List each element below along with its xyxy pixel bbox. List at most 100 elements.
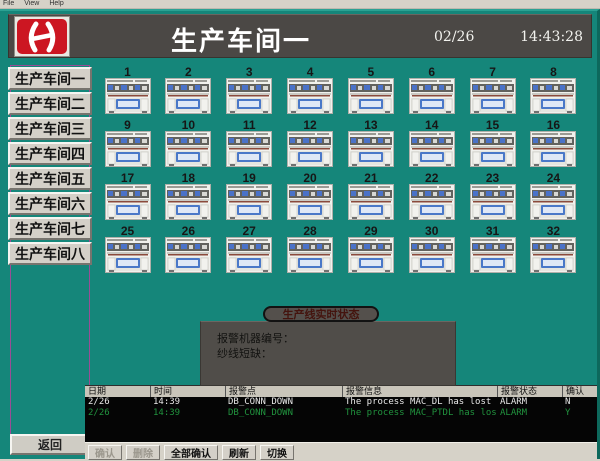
machine-25[interactable]: 25 bbox=[104, 225, 151, 273]
knitting-machine-icon[interactable] bbox=[105, 131, 151, 167]
knitting-machine-icon[interactable] bbox=[105, 237, 151, 273]
machine-1[interactable]: 1 bbox=[104, 66, 151, 114]
knitting-machine-icon[interactable] bbox=[226, 237, 272, 273]
status-line: 报警机器编号： bbox=[217, 332, 455, 347]
machine-27[interactable]: 27 bbox=[226, 225, 273, 273]
sidebar-item-workshop-7[interactable]: 生产车间七 bbox=[8, 217, 92, 240]
machine-26[interactable]: 26 bbox=[165, 225, 212, 273]
knitting-machine-icon[interactable] bbox=[409, 237, 455, 273]
alarm-message: The process MAC_DL has lost its d... bbox=[342, 397, 497, 408]
machine-32[interactable]: 32 bbox=[530, 225, 577, 273]
machine-10[interactable]: 10 bbox=[165, 119, 212, 167]
machine-31[interactable]: 31 bbox=[469, 225, 516, 273]
machine-24[interactable]: 24 bbox=[530, 172, 577, 220]
knitting-machine-icon[interactable] bbox=[348, 237, 394, 273]
knitting-machine-icon[interactable] bbox=[348, 131, 394, 167]
footer-button-4[interactable]: 刷新 bbox=[222, 445, 256, 460]
knitting-machine-icon[interactable] bbox=[409, 131, 455, 167]
status-line: 纱线短缺： bbox=[217, 347, 455, 362]
machine-row: 9 10 11 12 13 14 15 16 bbox=[98, 119, 583, 167]
sidebar-item-workshop-6[interactable]: 生产车间六 bbox=[8, 192, 92, 215]
machine-14[interactable]: 14 bbox=[408, 119, 455, 167]
machine-9[interactable]: 9 bbox=[104, 119, 151, 167]
knitting-machine-icon[interactable] bbox=[105, 184, 151, 220]
footer-button-5[interactable]: 切换 bbox=[260, 445, 294, 460]
menu-item-view[interactable]: View bbox=[24, 0, 39, 8]
machine-22[interactable]: 22 bbox=[408, 172, 455, 220]
knitting-machine-icon[interactable] bbox=[165, 237, 211, 273]
machine-13[interactable]: 13 bbox=[347, 119, 394, 167]
machine-number: 24 bbox=[530, 172, 577, 184]
knitting-machine-icon[interactable] bbox=[530, 237, 576, 273]
knitting-machine-icon[interactable] bbox=[165, 78, 211, 114]
sidebar-item-workshop-5[interactable]: 生产车间五 bbox=[8, 167, 92, 190]
knitting-machine-icon[interactable] bbox=[226, 131, 272, 167]
knitting-machine-icon[interactable] bbox=[226, 184, 272, 220]
menu-item-file[interactable]: File bbox=[3, 0, 14, 8]
menu-item-help[interactable]: Help bbox=[49, 0, 63, 8]
knitting-machine-icon[interactable] bbox=[348, 184, 394, 220]
knitting-machine-icon[interactable] bbox=[348, 78, 394, 114]
machine-number: 11 bbox=[226, 119, 273, 131]
knitting-machine-icon[interactable] bbox=[287, 131, 333, 167]
column-header-5: 确认 bbox=[562, 386, 597, 397]
knitting-machine-icon[interactable] bbox=[530, 131, 576, 167]
machine-28[interactable]: 28 bbox=[287, 225, 334, 273]
knitting-machine-icon[interactable] bbox=[409, 78, 455, 114]
machine-number: 28 bbox=[287, 225, 334, 237]
knitting-machine-icon[interactable] bbox=[470, 78, 516, 114]
machine-23[interactable]: 23 bbox=[469, 172, 516, 220]
knitting-machine-icon[interactable] bbox=[470, 184, 516, 220]
footer-toolbar: 确认删除全部确认刷新切换 bbox=[85, 442, 597, 461]
menu-bar: File View Help bbox=[0, 0, 600, 9]
machine-18[interactable]: 18 bbox=[165, 172, 212, 220]
machine-16[interactable]: 16 bbox=[530, 119, 577, 167]
machine-12[interactable]: 12 bbox=[287, 119, 334, 167]
app-window: 生产车间一 02/26 14:43:28 生产车间一生产车间二生产车间三生产车间… bbox=[0, 9, 600, 459]
knitting-machine-icon[interactable] bbox=[530, 184, 576, 220]
machine-number: 13 bbox=[347, 119, 394, 131]
knitting-machine-icon[interactable] bbox=[287, 78, 333, 114]
knitting-machine-icon[interactable] bbox=[409, 184, 455, 220]
sidebar-item-workshop-8[interactable]: 生产车间八 bbox=[8, 242, 92, 265]
status-panel-title: 生产线实时状态 bbox=[263, 306, 379, 322]
knitting-machine-icon[interactable] bbox=[165, 184, 211, 220]
footer-button-1[interactable]: 确认 bbox=[88, 445, 122, 460]
machine-21[interactable]: 21 bbox=[347, 172, 394, 220]
footer-button-2[interactable]: 删除 bbox=[126, 445, 160, 460]
knitting-machine-icon[interactable] bbox=[530, 78, 576, 114]
knitting-machine-icon[interactable] bbox=[470, 237, 516, 273]
machine-2[interactable]: 2 bbox=[165, 66, 212, 114]
machine-17[interactable]: 17 bbox=[104, 172, 151, 220]
machine-19[interactable]: 19 bbox=[226, 172, 273, 220]
footer-button-3[interactable]: 全部确认 bbox=[164, 445, 218, 460]
knitting-machine-icon[interactable] bbox=[226, 78, 272, 114]
return-button[interactable]: 返回 bbox=[10, 434, 90, 455]
machine-7[interactable]: 7 bbox=[469, 66, 516, 114]
machine-row: 12345678 bbox=[98, 66, 583, 114]
knitting-machine-icon[interactable] bbox=[287, 184, 333, 220]
machine-6[interactable]: 6 bbox=[408, 66, 455, 114]
machine-3[interactable]: 3 bbox=[226, 66, 273, 114]
alarm-row[interactable]: 2/2614:39DB_CONN_DOWNThe process MAC_DL … bbox=[85, 397, 597, 408]
sidebar-item-workshop-3[interactable]: 生产车间三 bbox=[8, 117, 92, 140]
machine-11[interactable]: 11 bbox=[226, 119, 273, 167]
date-display: 02/26 bbox=[434, 29, 474, 45]
machine-20[interactable]: 20 bbox=[287, 172, 334, 220]
sidebar-item-workshop-4[interactable]: 生产车间四 bbox=[8, 142, 92, 165]
knitting-machine-icon[interactable] bbox=[287, 237, 333, 273]
knitting-machine-icon[interactable] bbox=[165, 131, 211, 167]
machine-4[interactable]: 4 bbox=[287, 66, 334, 114]
sidebar-item-workshop-1[interactable]: 生产车间一 bbox=[8, 67, 92, 90]
knitting-machine-icon[interactable] bbox=[105, 78, 151, 114]
machine-30[interactable]: 30 bbox=[408, 225, 455, 273]
sidebar-item-workshop-2[interactable]: 生产车间二 bbox=[8, 92, 92, 115]
logo-tile bbox=[14, 16, 70, 57]
machine-number: 32 bbox=[530, 225, 577, 237]
machine-29[interactable]: 29 bbox=[347, 225, 394, 273]
machine-8[interactable]: 8 bbox=[530, 66, 577, 114]
alarm-row[interactable]: 2/2614:39DB_CONN_DOWNThe process MAC_PTD… bbox=[85, 408, 597, 419]
machine-15[interactable]: 15 bbox=[469, 119, 516, 167]
knitting-machine-icon[interactable] bbox=[470, 131, 516, 167]
machine-5[interactable]: 5 bbox=[347, 66, 394, 114]
